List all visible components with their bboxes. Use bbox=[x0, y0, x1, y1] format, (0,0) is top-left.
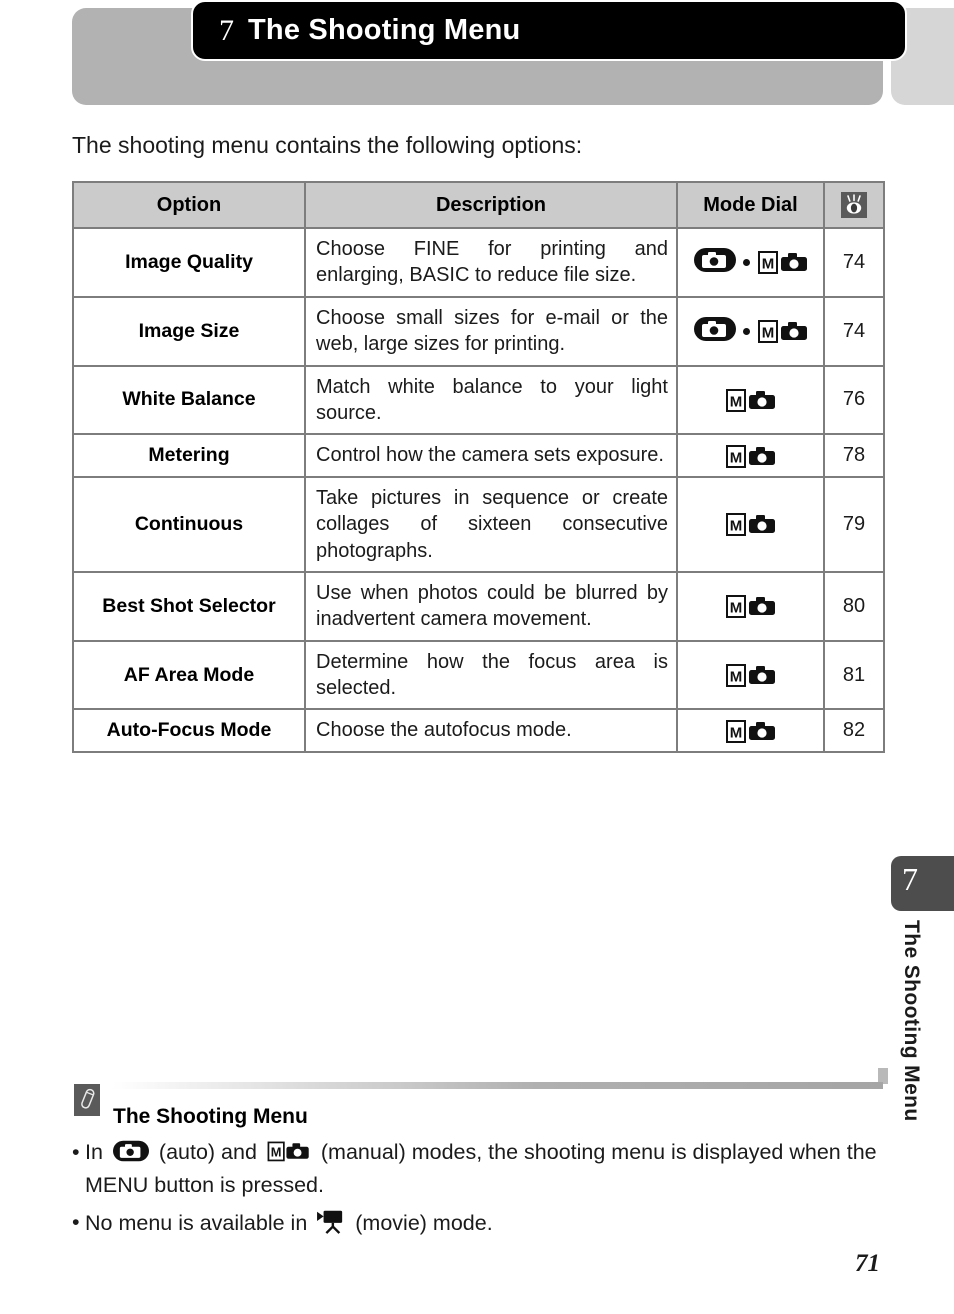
note-item-suffix: (movie) mode. bbox=[355, 1211, 493, 1236]
svg-text:M: M bbox=[761, 325, 774, 342]
column-header-mode-dial: Mode Dial bbox=[676, 181, 825, 229]
auto-mode-icon bbox=[693, 246, 736, 279]
chapter-side-tab-number: 7 bbox=[902, 861, 918, 897]
options-table-body: Image Quality Choose FINE for printing a… bbox=[72, 227, 885, 753]
note-divider bbox=[113, 1082, 883, 1089]
row-option-label: Best Shot Selector bbox=[72, 570, 306, 642]
row-description: Use when photos could be blurred by inad… bbox=[304, 570, 678, 642]
svg-text:M: M bbox=[730, 449, 743, 466]
note-item-body: No menu is available in (movie) mode. bbox=[85, 1208, 884, 1242]
table-row: Auto-Focus Mode Choose the autofocus mod… bbox=[72, 708, 885, 753]
manual-mode-icon: M bbox=[725, 386, 776, 414]
row-description: Determine how the focus area is selected… bbox=[304, 639, 678, 711]
note-list: • In (auto) and M (manual) modes, the sh… bbox=[72, 1138, 884, 1251]
header-grey-bar: 7 The Shooting Menu bbox=[72, 0, 907, 105]
row-description: Control how the camera sets exposure. bbox=[304, 433, 678, 478]
bullet-icon: • bbox=[72, 1210, 80, 1235]
chapter-number: 7 bbox=[219, 13, 234, 47]
row-mode-dial: M bbox=[676, 433, 825, 478]
row-option-label: AF Area Mode bbox=[72, 639, 306, 711]
manual-mode-icon: M bbox=[725, 661, 776, 689]
svg-text:M: M bbox=[761, 256, 774, 273]
row-description: Choose FINE for printing and enlarging, … bbox=[304, 227, 678, 298]
auto-mode-icon bbox=[693, 315, 736, 348]
manual-mode-icon: M bbox=[725, 510, 776, 538]
svg-text:M: M bbox=[271, 1145, 282, 1160]
row-mode-dial: M bbox=[676, 227, 825, 298]
note-title: The Shooting Menu bbox=[113, 1105, 308, 1128]
table-header-row: Option Description Mode Dial bbox=[72, 181, 885, 229]
note-item-mid: (auto) and bbox=[158, 1140, 257, 1164]
eye-icon bbox=[841, 192, 867, 218]
pencil-icon bbox=[74, 1084, 100, 1116]
note-item-prefix: In bbox=[85, 1140, 103, 1164]
page-root: 7 The Shooting Menu The shooting menu co… bbox=[0, 0, 954, 1314]
note-item-body: In (auto) and M (manual) modes, the shoo… bbox=[85, 1138, 884, 1200]
bullet-icon: • bbox=[72, 1140, 80, 1164]
manual-mode-icon: M bbox=[725, 442, 776, 470]
chapter-title-bar: 7 The Shooting Menu bbox=[191, 0, 907, 61]
row-page-ref: 74 bbox=[823, 295, 885, 367]
table-row: Continuous Take pictures in sequence or … bbox=[72, 475, 885, 573]
row-option-label: Continuous bbox=[72, 475, 306, 573]
column-header-page-ref bbox=[823, 181, 885, 229]
options-table-wrapper: Option Description Mode Dial Image Quali… bbox=[72, 181, 885, 753]
note-list-item: • In (auto) and M (manual) modes, the sh… bbox=[72, 1138, 884, 1200]
chapter-side-tab-label: The Shooting Menu bbox=[900, 920, 923, 1122]
note-list-item: • No menu is available in (movie) mode. bbox=[72, 1208, 884, 1242]
svg-text:M: M bbox=[730, 724, 743, 741]
column-header-option: Option bbox=[72, 181, 306, 229]
page-number: 71 bbox=[855, 1250, 880, 1277]
column-header-description: Description bbox=[304, 181, 678, 229]
table-row: White Balance Match white balance to you… bbox=[72, 364, 885, 436]
separator-dot-icon bbox=[742, 258, 750, 266]
mode-icon-group: M bbox=[693, 246, 808, 279]
manual-mode-icon: M bbox=[757, 317, 808, 345]
manual-mode-icon: M bbox=[725, 717, 776, 745]
page-title: The Shooting Menu bbox=[248, 14, 521, 46]
table-row: AF Area Mode Determine how the focus are… bbox=[72, 639, 885, 711]
row-description: Choose the autofocus mode. bbox=[304, 708, 678, 753]
intro-text: The shooting menu contains the following… bbox=[72, 132, 583, 158]
row-option-label: Metering bbox=[72, 433, 306, 478]
row-description: Take pictures in sequence or create coll… bbox=[304, 475, 678, 573]
row-mode-dial: M bbox=[676, 364, 825, 436]
row-option-label: Image Size bbox=[72, 295, 306, 367]
movie-mode-icon bbox=[316, 1208, 346, 1242]
row-page-ref: 79 bbox=[823, 475, 885, 573]
svg-text:M: M bbox=[730, 518, 743, 535]
row-page-ref: 80 bbox=[823, 570, 885, 642]
svg-text:M: M bbox=[730, 669, 743, 686]
separator-dot-icon bbox=[742, 327, 750, 335]
row-description: Choose small sizes for e-mail or the web… bbox=[304, 295, 678, 367]
row-mode-dial: M bbox=[676, 475, 825, 573]
table-row: Best Shot Selector Use when photos could… bbox=[72, 570, 885, 642]
row-mode-dial: M bbox=[676, 295, 825, 367]
row-mode-dial: M bbox=[676, 639, 825, 711]
row-description: Match white balance to your light source… bbox=[304, 364, 678, 436]
auto-mode-icon bbox=[112, 1139, 150, 1171]
svg-text:M: M bbox=[730, 393, 743, 410]
chapter-side-tab[interactable]: 7 bbox=[891, 856, 954, 911]
manual-mode-icon: M bbox=[725, 592, 776, 620]
row-page-ref: 74 bbox=[823, 227, 885, 298]
table-row: Metering Control how the camera sets exp… bbox=[72, 433, 885, 478]
row-mode-dial: M bbox=[676, 570, 825, 642]
table-row: Image Size Choose small sizes for e-mail… bbox=[72, 295, 885, 367]
row-page-ref: 76 bbox=[823, 364, 885, 436]
row-page-ref: 82 bbox=[823, 708, 885, 753]
manual-mode-icon: M bbox=[757, 248, 808, 276]
svg-text:M: M bbox=[730, 600, 743, 617]
row-option-label: White Balance bbox=[72, 364, 306, 436]
row-page-ref: 81 bbox=[823, 639, 885, 711]
row-option-label: Image Quality bbox=[72, 227, 306, 298]
row-option-label: Auto-Focus Mode bbox=[72, 708, 306, 753]
options-table: Option Description Mode Dial Image Quali… bbox=[72, 181, 885, 753]
table-row: Image Quality Choose FINE for printing a… bbox=[72, 227, 885, 298]
mode-icon-group: M bbox=[693, 315, 808, 348]
row-page-ref: 78 bbox=[823, 433, 885, 478]
manual-mode-icon: M bbox=[266, 1139, 312, 1171]
row-mode-dial: M bbox=[676, 708, 825, 753]
note-item-prefix: No menu is available in bbox=[85, 1211, 308, 1236]
